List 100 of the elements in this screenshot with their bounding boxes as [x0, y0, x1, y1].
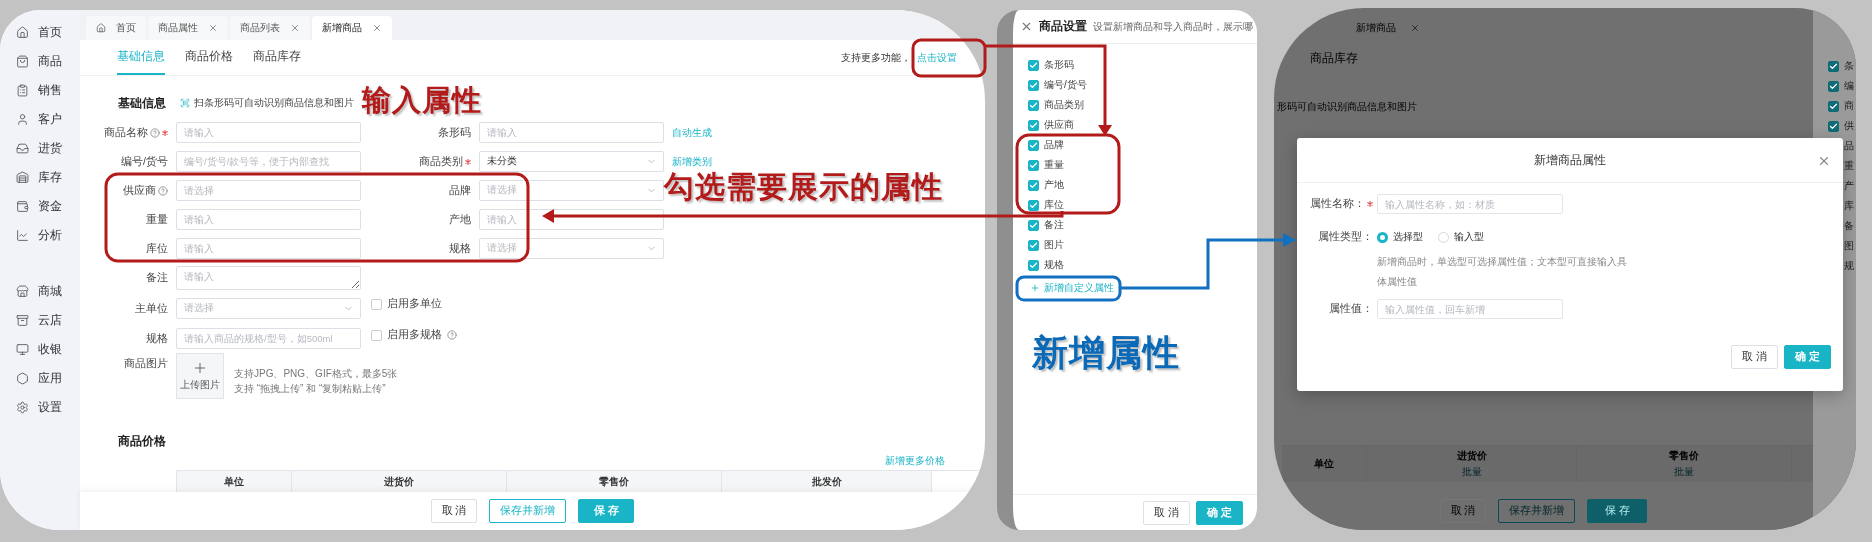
clipboard-icon — [16, 84, 29, 97]
checkbox-label: 库 — [1844, 199, 1854, 213]
sidebar-item[interactable]: 应用 — [0, 364, 80, 393]
radio-button[interactable] — [1377, 231, 1388, 243]
sidebar-item[interactable]: 进货 — [0, 134, 80, 163]
page-tab[interactable]: 商品列表 — [230, 16, 310, 40]
checkbox-label: 启用多规格 — [387, 328, 442, 342]
page-tab[interactable]: 商品属性 — [148, 16, 228, 40]
page-tab[interactable]: 新增商品 — [1356, 16, 1420, 40]
checkbox[interactable] — [1028, 59, 1039, 71]
text-field[interactable]: 请输入 — [479, 122, 664, 143]
form-tab[interactable]: 商品库存 — [253, 40, 301, 75]
close-icon[interactable] — [1020, 20, 1033, 33]
text-field[interactable]: 请输入 — [176, 122, 361, 143]
sidebar-item[interactable]: 销售 — [0, 76, 80, 105]
checkbox-label: 规格 — [1044, 258, 1064, 272]
checkbox[interactable] — [1028, 219, 1039, 231]
settings-hint: 支持更多功能， — [841, 50, 911, 65]
barcode-icon — [180, 98, 190, 108]
text-field[interactable]: 请输入 — [176, 238, 361, 259]
checkbox[interactable] — [1028, 259, 1039, 271]
field-label: 属性名称： — [1310, 197, 1365, 211]
checkbox-label: 编号/货号 — [1044, 78, 1087, 92]
chart-icon — [16, 229, 29, 242]
house-icon — [16, 26, 29, 39]
checkbox[interactable] — [1828, 80, 1839, 92]
checkbox[interactable] — [1028, 179, 1039, 191]
table-header-cell: 零售价 — [1669, 449, 1699, 463]
checkbox[interactable] — [1828, 60, 1839, 72]
sidebar-item[interactable]: 云店 — [0, 306, 80, 335]
close-icon[interactable] — [372, 23, 382, 33]
checkbox-label: 规 — [1844, 259, 1854, 273]
checkbox[interactable] — [1028, 79, 1039, 91]
user-icon — [16, 113, 29, 126]
checkbox-label: 备注 — [1044, 218, 1064, 232]
checkbox[interactable] — [1028, 239, 1039, 251]
radio-label: 选择型 — [1393, 230, 1423, 244]
wallet-icon — [16, 200, 29, 213]
checkbox[interactable] — [1028, 99, 1039, 111]
form-tab[interactable]: 商品价格 — [185, 40, 233, 75]
sidebar-item[interactable]: 资金 — [0, 192, 80, 221]
checkbox[interactable] — [1028, 159, 1039, 171]
page-tab[interactable]: 首页 — [86, 16, 146, 40]
checkbox-label: 重量 — [1044, 158, 1064, 172]
text-field[interactable]: 输入属性名称，如：材质 — [1377, 194, 1563, 214]
text-field[interactable]: 请输入 — [176, 209, 361, 230]
page-tab[interactable]: 新增商品 — [312, 16, 392, 40]
sidebar-item[interactable]: 商城 — [0, 277, 80, 306]
archive-icon — [16, 314, 29, 327]
radio-label: 输入型 — [1454, 230, 1484, 244]
close-icon — [1410, 23, 1420, 33]
form-tab[interactable]: 商品库存 — [1310, 49, 1358, 67]
text-field[interactable]: 输入属性值，回车新增 — [1377, 299, 1563, 319]
upload-button[interactable]: 上传图片 — [176, 353, 224, 399]
field-label: 条形码 — [438, 125, 471, 140]
sidebar-item[interactable]: 首页 — [0, 18, 80, 47]
sidebar-item[interactable]: 商品 — [0, 47, 80, 76]
cancel-button[interactable]: 取 消 — [1143, 500, 1191, 525]
cancel-button[interactable]: 取 消 — [430, 499, 478, 523]
sidebar-item[interactable]: 客户 — [0, 105, 80, 134]
close-icon[interactable] — [290, 23, 300, 33]
plus-icon — [1030, 283, 1040, 293]
cancel-button[interactable]: 取 消 — [1439, 499, 1487, 523]
checkbox-label: 商 — [1844, 99, 1854, 113]
hexagon-icon — [16, 372, 29, 385]
dialog-title: 新增商品属性 — [1534, 152, 1606, 168]
field-label: 重量 — [146, 212, 168, 227]
checkbox-label: 图 — [1844, 239, 1854, 253]
checkbox-label: 编 — [1844, 79, 1854, 93]
field-label: 备注 — [146, 271, 168, 285]
sidebar-item[interactable]: 库存 — [0, 163, 80, 192]
field-label: 供应商 — [123, 183, 156, 198]
sidebar-item[interactable]: 收银 — [0, 335, 80, 364]
radio-button[interactable] — [1438, 231, 1449, 243]
sidebar-item[interactable]: 设置 — [0, 393, 80, 422]
table-header-cell: 零售价 — [507, 471, 722, 492]
table-header-cell: 进货价 — [292, 471, 507, 492]
checkbox-label: 供 — [1844, 119, 1854, 133]
settings-icon — [16, 401, 29, 414]
checkbox[interactable] — [1828, 100, 1839, 112]
annotation-label: 新增属性 — [1032, 335, 1180, 371]
checkbox[interactable] — [1028, 199, 1039, 211]
sidebar-item[interactable]: 分析 — [0, 221, 80, 250]
text-field[interactable]: 请输入商品的规格/型号，如500ml — [176, 328, 361, 349]
text-field[interactable]: 请选择 — [176, 180, 361, 201]
close-icon[interactable] — [208, 23, 218, 33]
checkbox[interactable] — [1028, 119, 1039, 131]
checkbox[interactable] — [1028, 139, 1039, 151]
close-icon[interactable] — [1817, 154, 1831, 168]
select-field[interactable]: 未分类 — [479, 151, 664, 172]
upload-note: 支持 “拖拽上传” 和 “复制粘贴上传” — [234, 382, 387, 396]
checkbox[interactable] — [1828, 120, 1839, 132]
textarea-field[interactable]: 请输入 — [176, 266, 361, 290]
checkbox-label: 产 — [1844, 179, 1854, 193]
plus-icon — [192, 360, 208, 376]
cancel-button[interactable]: 取 消 — [1731, 345, 1779, 369]
save-button[interactable]: 保 存 — [1587, 499, 1648, 523]
text-field[interactable]: 编号/货号/款号等，便于内部查找 — [176, 151, 361, 172]
house-icon — [96, 23, 106, 33]
checkbox-label: 产地 — [1044, 178, 1064, 192]
